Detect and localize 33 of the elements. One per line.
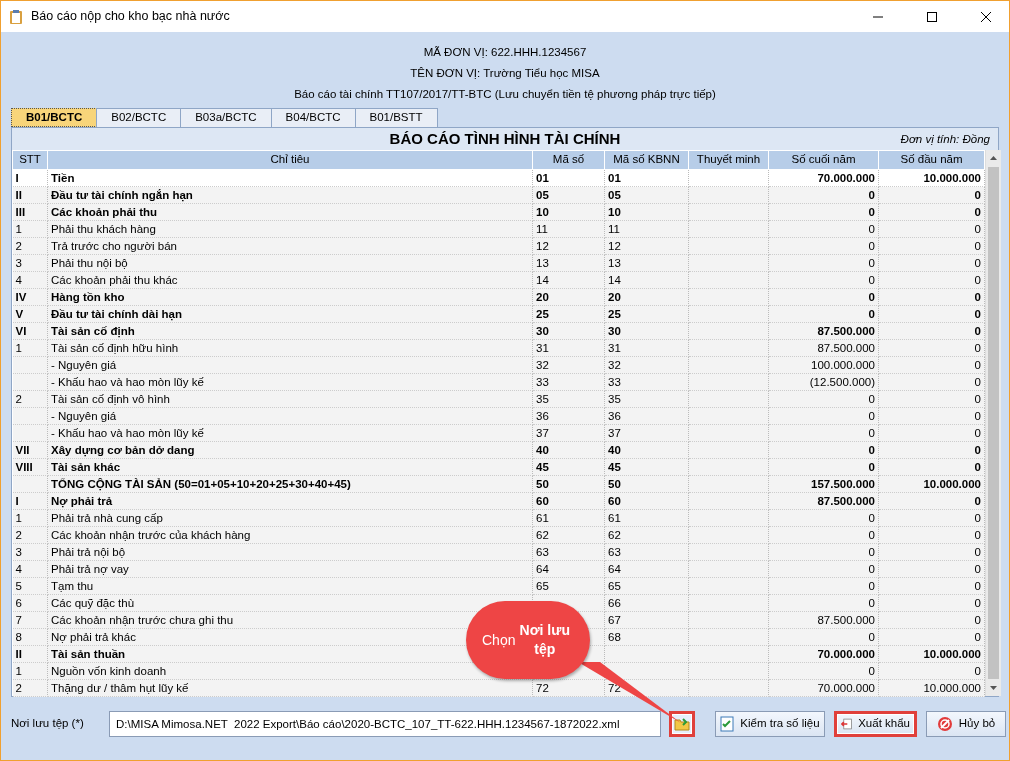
report-title: BÁO CÁO TÌNH HÌNH TÀI CHÍNH	[389, 130, 621, 147]
tab[interactable]: B01/BSTT	[354, 108, 438, 127]
scrollbar[interactable]	[985, 150, 1001, 696]
window-title: Báo cáo nộp cho kho bạc nhà nước	[31, 8, 230, 26]
tab[interactable]: B02/BCTC	[96, 108, 182, 127]
close-icon[interactable]	[981, 11, 991, 22]
column-header: Mã số	[532, 150, 605, 170]
cancel-icon	[936, 716, 953, 732]
column-header: Thuyết minh	[688, 150, 769, 170]
unit-label: Đơn vị tính: Đồng	[900, 132, 990, 147]
cancel-button[interactable]: Hủy bỏ	[926, 711, 1006, 737]
column-header: STT	[12, 150, 48, 170]
browse-folder-button[interactable]	[669, 711, 695, 737]
check-data-button[interactable]: Kiểm tra số liệu	[715, 711, 825, 737]
export-button[interactable]: Xuất khẩu	[834, 711, 917, 737]
unit-info: MÃ ĐƠN VỊ: 622.HHH.1234567	[423, 46, 587, 58]
unit-info: TÊN ĐƠN VỊ: Trường Tiểu học MISA	[410, 67, 600, 79]
column-header: Số cuối năm	[768, 150, 879, 170]
save-location-label: Nơi lưu tệp (*)	[11, 716, 85, 732]
column-header: Chỉ tiêu	[47, 150, 533, 170]
maximize-icon[interactable]	[927, 11, 937, 22]
column-header: Mã số KBNN	[604, 150, 689, 170]
report-subtitle: Báo cáo tài chính TT107/2017/TT-BTC (Lưu chuyển tiền tệ phương pháp trực tiếp)	[294, 88, 716, 100]
folder-icon	[674, 717, 690, 731]
scroll-thumb[interactable]	[988, 167, 999, 679]
tab[interactable]: B03a/BCTC	[180, 108, 272, 127]
checklist-icon	[720, 716, 735, 732]
file-path-field[interactable]: D:\MISA Mimosa.NET 2022 Export\Báo cáo\2020-BCTC_107_TT-622.HHH.1234567-1872022.xml	[109, 711, 661, 737]
tab[interactable]: B01/BCTC	[11, 108, 98, 127]
clipboard-icon	[9, 8, 23, 25]
tab[interactable]: B04/BCTC	[270, 108, 356, 127]
export-icon	[841, 716, 853, 732]
column-header: Số đầu năm	[878, 150, 985, 170]
